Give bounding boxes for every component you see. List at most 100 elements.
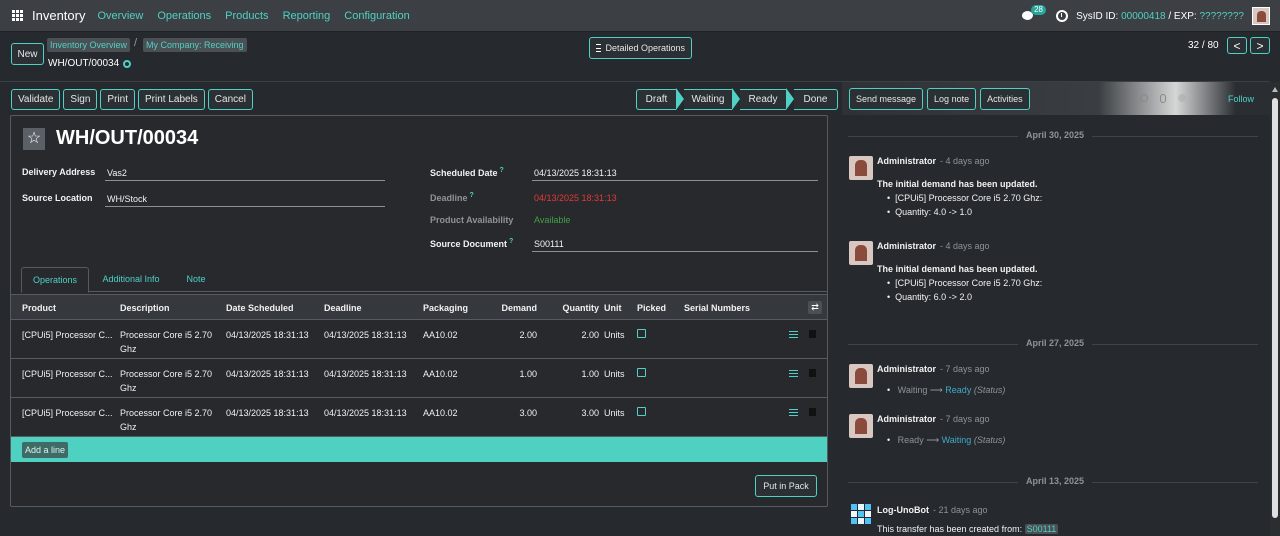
cell-unit: Units bbox=[604, 369, 625, 379]
cell-demand: 3.00 bbox=[519, 408, 537, 418]
source-document-field[interactable]: S00111 bbox=[532, 239, 818, 252]
details-list-icon[interactable] bbox=[789, 331, 798, 338]
picked-checkbox[interactable] bbox=[637, 329, 646, 338]
stage-ready[interactable]: Ready bbox=[740, 89, 786, 110]
source-order-link[interactable]: S00111 bbox=[1024, 524, 1059, 534]
scroll-up-icon[interactable] bbox=[1272, 87, 1278, 92]
pager-value[interactable]: 32 / 80 bbox=[1188, 40, 1219, 51]
tab-operations[interactable]: Operations bbox=[21, 267, 89, 293]
attachment-icon[interactable] bbox=[1160, 94, 1166, 103]
column-unit[interactable]: Unit bbox=[604, 295, 622, 321]
breadcrumb-inventory-overview[interactable]: Inventory Overview bbox=[47, 38, 131, 52]
column-product[interactable]: Product bbox=[22, 295, 56, 321]
validate-button[interactable]: Validate bbox=[11, 89, 61, 110]
followers-icon[interactable] bbox=[1178, 94, 1186, 102]
table-row[interactable]: [CPUi5] Processor C... Processor Core i5… bbox=[11, 398, 827, 437]
detailed-operations-label: Detailed Operations bbox=[605, 43, 685, 53]
gear-icon[interactable] bbox=[123, 59, 132, 68]
stage-arrow bbox=[732, 88, 740, 110]
cell-quantity: 3.00 bbox=[581, 408, 599, 418]
delivery-address-field[interactable]: Vas2 bbox=[105, 168, 385, 181]
status-change: Ready ⟶ Waiting (Status) bbox=[887, 435, 1006, 446]
help-icon[interactable]: ? bbox=[500, 167, 504, 174]
put-in-pack-button[interactable]: Put in Pack bbox=[755, 475, 817, 497]
trash-icon[interactable] bbox=[809, 408, 816, 416]
column-packaging[interactable]: Packaging bbox=[423, 295, 468, 321]
message-author[interactable]: Log-UnoBot - 21 days ago bbox=[877, 505, 988, 515]
action-buttons: Validate Sign Print Print Labels Cancel bbox=[11, 89, 253, 110]
pager-next-button[interactable]: > bbox=[1250, 37, 1270, 54]
trash-icon[interactable] bbox=[809, 369, 816, 377]
follow-button[interactable]: Follow bbox=[1228, 94, 1254, 104]
stage-waiting[interactable]: Waiting bbox=[684, 89, 732, 110]
chat-icon[interactable]: 28 bbox=[1022, 5, 1046, 23]
app-name[interactable]: Inventory bbox=[32, 8, 85, 23]
send-message-button[interactable]: Send message bbox=[849, 88, 924, 110]
tab-note[interactable]: Note bbox=[184, 267, 208, 292]
chatter-panel: Send message Log note Activities Follow … bbox=[842, 82, 1270, 536]
trash-icon[interactable] bbox=[809, 330, 816, 338]
print-button[interactable]: Print bbox=[100, 89, 135, 110]
message-author[interactable]: Administrator - 4 days ago bbox=[877, 241, 990, 251]
new-button[interactable]: New bbox=[11, 43, 44, 65]
cell-description: Processor Core i5 2.70 Ghz bbox=[120, 330, 213, 354]
menu-item-reporting[interactable]: Reporting bbox=[283, 10, 331, 22]
bot-avatar-icon[interactable] bbox=[851, 504, 871, 524]
column-deadline[interactable]: Deadline bbox=[324, 295, 362, 321]
stage-done[interactable]: Done bbox=[794, 89, 838, 110]
message-body: This transfer has been created from: S00… bbox=[877, 524, 1059, 534]
search-icon[interactable] bbox=[1140, 94, 1148, 102]
exp-value: ???????? bbox=[1199, 10, 1245, 22]
help-icon[interactable]: ? bbox=[509, 238, 513, 245]
help-icon[interactable]: ? bbox=[470, 192, 474, 199]
add-line-button[interactable]: Add a line bbox=[22, 442, 69, 458]
message-author[interactable]: Administrator - 7 days ago bbox=[877, 414, 990, 424]
author-avatar[interactable] bbox=[849, 364, 873, 388]
column-description[interactable]: Description bbox=[120, 295, 170, 321]
author-avatar[interactable] bbox=[849, 156, 873, 180]
apps-grid-icon[interactable] bbox=[12, 9, 24, 22]
picked-checkbox[interactable] bbox=[637, 368, 646, 377]
activity-clock-icon[interactable] bbox=[1056, 10, 1069, 22]
log-note-button[interactable]: Log note bbox=[927, 88, 977, 110]
column-date-scheduled[interactable]: Date Scheduled bbox=[226, 295, 294, 321]
column-serial-numbers[interactable]: Serial Numbers bbox=[684, 295, 750, 321]
table-row[interactable]: [CPUi5] Processor C... Processor Core i5… bbox=[11, 359, 827, 398]
sysid-info: SysID ID: 00000418 / EXP: ???????? bbox=[1076, 11, 1244, 22]
menu-item-overview[interactable]: Overview bbox=[97, 10, 143, 22]
menu-item-products[interactable]: Products bbox=[225, 10, 268, 22]
column-demand[interactable]: Demand bbox=[481, 295, 537, 321]
scroll-thumb[interactable] bbox=[1272, 98, 1278, 518]
column-picked[interactable]: Picked bbox=[637, 295, 666, 321]
pager-previous-button[interactable]: < bbox=[1227, 37, 1247, 54]
product-availability-label: Product Availability bbox=[430, 215, 514, 225]
picked-checkbox[interactable] bbox=[637, 407, 646, 416]
cell-demand: 2.00 bbox=[519, 330, 537, 340]
cell-unit: Units bbox=[604, 408, 625, 418]
id-value[interactable]: 00000418 bbox=[1121, 11, 1166, 22]
details-list-icon[interactable] bbox=[789, 409, 798, 416]
menu-item-operations[interactable]: Operations bbox=[157, 10, 211, 22]
print-labels-button[interactable]: Print Labels bbox=[137, 89, 205, 110]
priority-star-icon[interactable]: ☆ bbox=[23, 128, 45, 150]
chatter-scrollbar[interactable] bbox=[1270, 82, 1280, 536]
scheduled-date-field[interactable]: 04/13/2025 18:31:13 bbox=[532, 168, 818, 181]
activities-button[interactable]: Activities bbox=[980, 88, 1030, 110]
tab-additional-info[interactable]: Additional Info bbox=[101, 267, 161, 292]
message-author[interactable]: Administrator - 4 days ago bbox=[877, 156, 990, 166]
details-list-icon[interactable] bbox=[789, 370, 798, 377]
sign-button[interactable]: Sign bbox=[63, 89, 98, 110]
author-avatar[interactable] bbox=[849, 414, 873, 438]
stage-draft[interactable]: Draft bbox=[636, 89, 676, 110]
detailed-operations-button[interactable]: Detailed Operations bbox=[589, 37, 692, 59]
breadcrumb-receiving[interactable]: My Company: Receiving bbox=[143, 38, 247, 52]
table-row[interactable]: [CPUi5] Processor C... Processor Core i5… bbox=[11, 320, 827, 359]
optional-columns-icon[interactable]: ⇄ bbox=[808, 301, 822, 314]
column-quantity[interactable]: Quantity bbox=[541, 295, 599, 321]
user-avatar[interactable] bbox=[1252, 7, 1270, 25]
cancel-button[interactable]: Cancel bbox=[207, 89, 253, 110]
author-avatar[interactable] bbox=[849, 241, 873, 265]
source-location-field[interactable]: WH/Stock bbox=[105, 194, 385, 207]
message-author[interactable]: Administrator - 7 days ago bbox=[877, 364, 990, 374]
menu-item-configuration[interactable]: Configuration bbox=[344, 10, 409, 22]
